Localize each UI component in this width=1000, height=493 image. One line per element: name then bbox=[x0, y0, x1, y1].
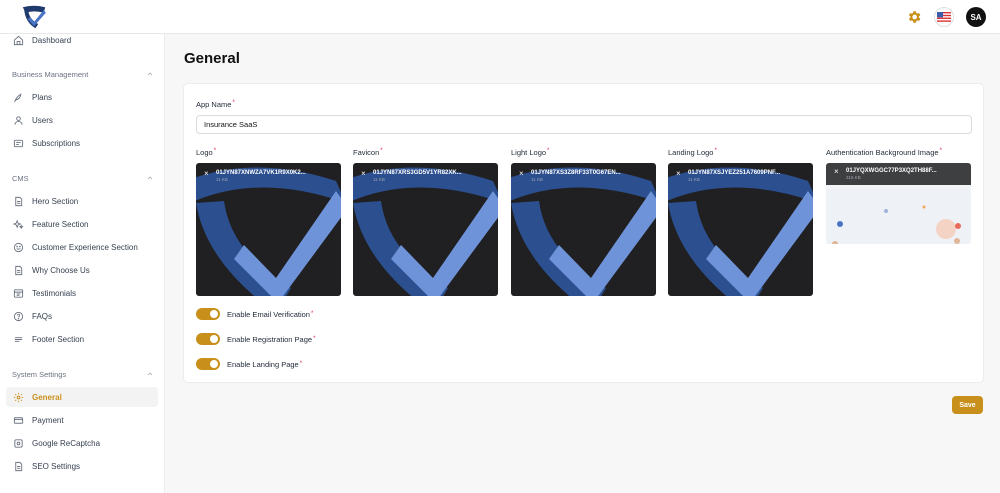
sidebar-item-label: Hero Section bbox=[32, 196, 79, 206]
sidebar-item-plans[interactable]: Plans bbox=[6, 87, 158, 107]
save-button[interactable]: Save bbox=[952, 396, 983, 414]
registration-page-toggle[interactable] bbox=[196, 333, 220, 345]
file-name: 01JYN87XNWZA7VK1R9X0K2... bbox=[216, 170, 306, 176]
sidebar-item-label: Feature Section bbox=[32, 219, 89, 229]
favicon-upload[interactable]: × 01JYN87XRS3GD5V1YR82XK... 11 KB bbox=[353, 163, 498, 296]
sidebar-item-label: Users bbox=[32, 115, 53, 125]
sidebar-item-label: Subscriptions bbox=[32, 138, 81, 148]
landing-logo-upload[interactable]: × 01JYN87XSJYEZ251A7609PNF... 11 KB bbox=[668, 163, 813, 296]
light-logo-upload[interactable]: × 01JYN87XS3Z8RF33T0G67EN... 11 KB bbox=[511, 163, 656, 296]
file-name: 01JYN87XS3Z8RF33T0G67EN... bbox=[531, 170, 621, 176]
sidebar-item-payment[interactable]: Payment bbox=[6, 410, 158, 430]
remove-file-icon[interactable]: × bbox=[519, 169, 525, 178]
credit-card-icon bbox=[13, 416, 24, 424]
sidebar-item-customer-experience-section[interactable]: Customer Experience Section bbox=[6, 237, 158, 257]
question-circle-icon bbox=[13, 311, 24, 321]
file-name: 01JYN87XSJYEZ251A7609PNF... bbox=[688, 170, 781, 176]
file-size: 11 KB bbox=[531, 177, 543, 182]
light-logo-label: Light Logo* bbox=[511, 148, 550, 157]
top-bar: SA bbox=[0, 0, 1000, 34]
document-icon bbox=[15, 196, 23, 206]
section-header-business-management[interactable]: Business Management bbox=[12, 67, 154, 81]
brand-logo-icon[interactable] bbox=[20, 3, 48, 31]
page-title: General bbox=[184, 50, 240, 67]
sidebar-item-faqs[interactable]: FAQs bbox=[6, 306, 158, 326]
sidebar-item-label: FAQs bbox=[32, 311, 53, 321]
sidebar-item-label: Testimonials bbox=[32, 288, 77, 298]
sidebar-item-label: Footer Section bbox=[32, 334, 85, 344]
language-flag-icon[interactable] bbox=[934, 7, 954, 27]
recaptcha-icon bbox=[14, 438, 23, 448]
registration-page-toggle-row: Enable Registration Page * bbox=[196, 333, 315, 345]
sidebar-item-google-recaptcha[interactable]: Google ReCaptcha bbox=[6, 433, 158, 453]
user-avatar[interactable]: SA bbox=[966, 7, 986, 27]
home-icon bbox=[13, 35, 24, 45]
file-name: 01JYN87XRS3GD5V1YR82XK... bbox=[373, 170, 462, 176]
file-size: 11 KB bbox=[688, 177, 700, 182]
landing-page-toggle-row: Enable Landing Page * bbox=[196, 358, 302, 370]
sidebar-item-footer-section[interactable]: Footer Section bbox=[6, 329, 158, 349]
chevron-up-icon bbox=[147, 72, 153, 76]
app-name-label: App Name* bbox=[196, 100, 235, 109]
sidebar-item-label: Customer Experience Section bbox=[32, 242, 138, 252]
landing-page-toggle[interactable] bbox=[196, 358, 220, 370]
section-header-cms[interactable]: CMS bbox=[12, 171, 154, 185]
file-size: 316 KB bbox=[846, 175, 861, 180]
sidebar-item-label: Payment bbox=[32, 415, 64, 425]
email-verification-toggle[interactable] bbox=[196, 308, 220, 320]
remove-file-icon[interactable]: × bbox=[834, 167, 840, 176]
remove-file-icon[interactable]: × bbox=[204, 169, 210, 178]
app-name-input[interactable] bbox=[196, 115, 972, 134]
document-icon bbox=[15, 265, 23, 275]
sidebar-item-label: Plans bbox=[32, 92, 53, 102]
sidebar-item-hero-section[interactable]: Hero Section bbox=[6, 191, 158, 211]
auth-background-upload[interactable]: × 01JYQXWGGC77P3XQ2TH88F... 316 KB bbox=[826, 163, 971, 244]
smile-icon bbox=[13, 242, 24, 252]
list-board-icon bbox=[13, 288, 24, 298]
sidebar-item-label: Google ReCaptcha bbox=[32, 438, 101, 448]
email-verification-toggle-row: Enable Email Verification * bbox=[196, 308, 313, 320]
chevron-up-icon bbox=[147, 176, 153, 180]
section-header-system-settings[interactable]: System Settings bbox=[12, 367, 154, 381]
gear-icon bbox=[13, 392, 24, 402]
logo-upload[interactable]: × 01JYN87XNWZA7VK1R9X0K2... 11 KB bbox=[196, 163, 341, 296]
settings-gear-icon[interactable] bbox=[906, 9, 922, 25]
landing-logo-label: Landing Logo* bbox=[668, 148, 717, 157]
sidebar-item-label: Dashboard bbox=[32, 35, 72, 45]
subscription-card-icon bbox=[13, 139, 24, 147]
user-icon bbox=[14, 115, 23, 125]
chevron-up-icon bbox=[147, 372, 153, 376]
sidebar-item-label: General bbox=[32, 392, 62, 402]
sidebar-item-testimonials[interactable]: Testimonials bbox=[6, 283, 158, 303]
file-size: 11 KB bbox=[373, 177, 385, 182]
favicon-label: Favicon* bbox=[353, 148, 383, 157]
rocket-icon bbox=[14, 92, 22, 102]
general-settings-card: App Name* Logo* Favicon* Light Logo* Lan… bbox=[183, 83, 984, 383]
sidebar: Dashboard Business Management Plans User… bbox=[0, 34, 165, 493]
sparkles-icon bbox=[13, 219, 24, 229]
sidebar-item-feature-section[interactable]: Feature Section bbox=[6, 214, 158, 234]
file-name: 01JYQXWGGC77P3XQ2TH88F... bbox=[846, 168, 937, 174]
remove-file-icon[interactable]: × bbox=[361, 169, 367, 178]
sidebar-item-label: Why Choose Us bbox=[32, 265, 90, 275]
sidebar-item-subscriptions[interactable]: Subscriptions bbox=[6, 133, 158, 153]
logo-label: Logo* bbox=[196, 148, 217, 157]
sidebar-item-why-choose-us[interactable]: Why Choose Us bbox=[6, 260, 158, 280]
sidebar-item-general[interactable]: General bbox=[6, 387, 158, 407]
auth-background-label: Authentication Background Image* bbox=[826, 148, 942, 157]
sidebar-item-dashboard[interactable]: Dashboard bbox=[6, 34, 158, 50]
sidebar-item-seo-settings[interactable]: SEO Settings bbox=[6, 456, 158, 476]
file-size: 11 KB bbox=[216, 177, 228, 182]
sidebar-item-label: SEO Settings bbox=[32, 461, 81, 471]
footer-lines-icon bbox=[14, 336, 23, 342]
sidebar-item-users[interactable]: Users bbox=[6, 110, 158, 130]
remove-file-icon[interactable]: × bbox=[676, 169, 682, 178]
document-icon bbox=[15, 461, 23, 471]
